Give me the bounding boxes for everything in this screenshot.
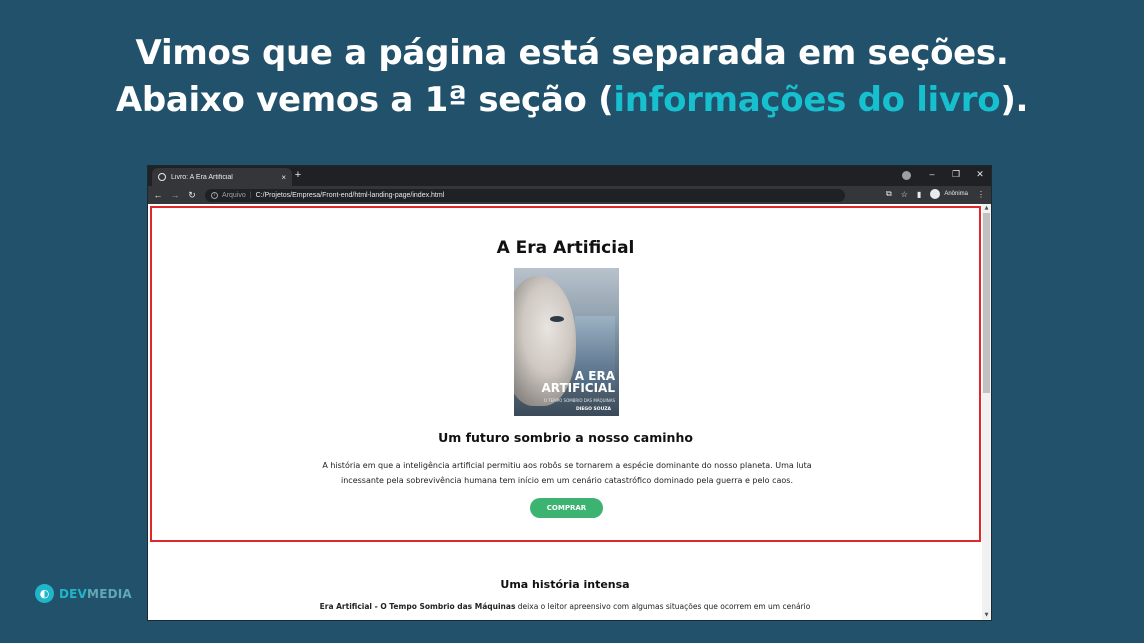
logo-media: MEDIA <box>87 586 132 601</box>
scheme-label: Arquivo <box>222 191 246 199</box>
book-description: A história em que a inteligência artific… <box>322 461 812 485</box>
scroll-up-icon[interactable]: ▲ <box>982 204 991 213</box>
logo-dev: DEV <box>59 586 88 601</box>
browser-window: Livro: A Era Artificial × + – ❐ ✕ ← → ↻ … <box>148 166 991 620</box>
cover-author: DIEGO SOUZA <box>575 407 611 412</box>
page-viewport: A Era Artificial A ERA ARTIFICIAL O TEMP… <box>148 204 991 620</box>
buy-button[interactable]: COMPRAR <box>530 498 603 518</box>
slide-title: Vimos que a página está separada em seçõ… <box>0 30 1144 124</box>
book-info-section: A Era Artificial A ERA ARTIFICIAL O TEMP… <box>150 206 981 542</box>
incognito-icon <box>902 171 911 180</box>
book-subtitle: Um futuro sombrio a nosso caminho <box>438 430 693 445</box>
browser-toolbar: ← → ↻ i Arquivo | C:/Projetos/Empresa/Fr… <box>148 186 991 204</box>
book-title: A Era Artificial <box>496 238 635 258</box>
star-icon[interactable]: ☆ <box>901 190 908 199</box>
scroll-thumb[interactable] <box>983 213 990 393</box>
devmedia-logo-icon: ◐ <box>35 584 54 603</box>
window-controls: – ❐ ✕ <box>927 169 985 180</box>
devmedia-logo: ◐ DEVMEDIA <box>35 584 132 603</box>
cover-subtitle: O TEMPO SOMBRIO DAS MÁQUINAS <box>543 398 615 403</box>
globe-icon <box>158 173 166 181</box>
minimize-icon[interactable]: – <box>927 169 937 180</box>
devmedia-logo-text: DEVMEDIA <box>59 587 132 601</box>
new-tab-button[interactable]: + <box>291 169 305 181</box>
book-cover-image: A ERA ARTIFICIAL O TEMPO SOMBRIO DAS MÁQ… <box>514 268 619 416</box>
info-icon[interactable]: i <box>211 191 218 199</box>
section2-text: Era Artificial - O Tempo Sombrio das Máq… <box>148 602 982 611</box>
address-separator: | <box>249 191 252 199</box>
profile-label[interactable]: Anônima <box>944 191 968 197</box>
scroll-down-icon[interactable]: ▼ <box>982 611 991 620</box>
toolbar-icons: ⧉ ☆ ▮ Anônima ⋮ <box>886 189 985 199</box>
scrollbar[interactable]: ▲ ▼ <box>982 204 991 620</box>
back-icon[interactable]: ← <box>151 190 165 200</box>
tab-title: Livro: A Era Artificial <box>171 173 233 181</box>
url-text[interactable]: C:/Projetos/Empresa/Front-end/html-landi… <box>256 192 445 199</box>
translate-icon[interactable]: ⧉ <box>886 189 892 199</box>
slide-title-suffix: ). <box>1000 80 1029 120</box>
slide-title-line-2: Abaixo vemos a 1ª seção (informações do … <box>0 77 1144 124</box>
close-icon[interactable]: ✕ <box>975 169 985 180</box>
browser-tab[interactable]: Livro: A Era Artificial × <box>152 168 292 186</box>
tab-close-icon[interactable]: × <box>281 173 286 182</box>
menu-icon[interactable]: ⋮ <box>977 190 985 199</box>
forward-icon[interactable]: → <box>168 190 182 200</box>
section2-rest: deixa o leitor apreensivo com algumas si… <box>515 602 811 611</box>
restore-icon[interactable]: ❐ <box>951 169 961 180</box>
cover-eye <box>550 316 564 322</box>
sidepanel-icon[interactable]: ▮ <box>917 190 921 199</box>
section2-title: Uma história intensa <box>500 578 630 591</box>
slide-title-prefix: Abaixo vemos a 1ª seção ( <box>115 80 614 120</box>
slide-title-line-1: Vimos que a página está separada em seçõ… <box>135 33 1009 73</box>
reload-icon[interactable]: ↻ <box>185 190 199 201</box>
slide-title-highlight: informações do livro <box>613 80 1001 120</box>
avatar-icon[interactable] <box>930 189 941 199</box>
cover-title: A ERA ARTIFICIAL <box>541 369 615 395</box>
section2-bold: Era Artificial - O Tempo Sombrio das Máq… <box>319 602 516 611</box>
tab-bar: Livro: A Era Artificial × + – ❐ ✕ <box>148 166 991 186</box>
address-bar[interactable]: i Arquivo | C:/Projetos/Empresa/Front-en… <box>205 188 845 202</box>
